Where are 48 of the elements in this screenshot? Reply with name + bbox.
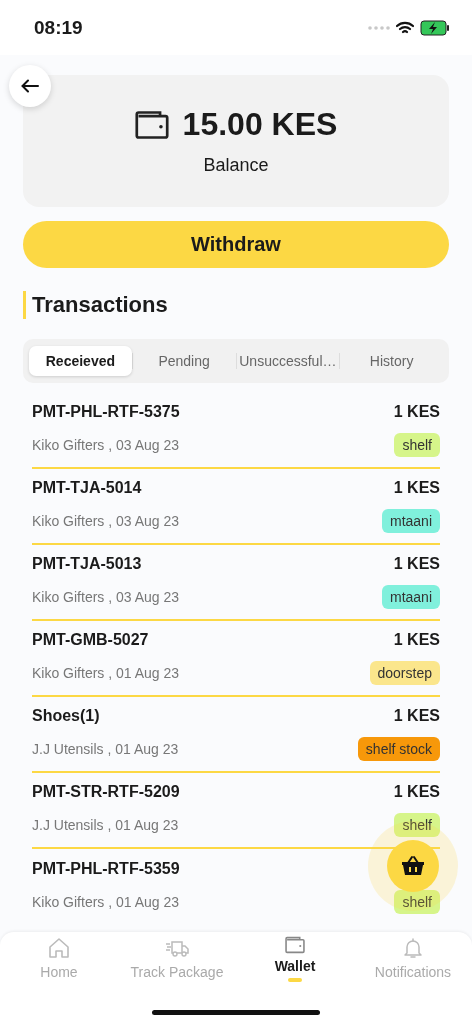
back-button[interactable] [9, 65, 51, 107]
transaction-reference: PMT-TJA-5014 [32, 479, 143, 497]
transaction-detail: Kiko Gifters , 03 Aug 23 [32, 589, 181, 605]
tab[interactable]: Receieved [29, 346, 132, 376]
delivery-tag: shelf stock [357, 737, 440, 761]
tab[interactable]: Unsuccessful… [236, 346, 340, 376]
transaction-reference: PMT-PHL-RTF-5375 [32, 403, 181, 421]
transaction-amount: 1 KES [392, 479, 440, 497]
transaction-detail: Kiko Gifters , 03 Aug 23 [32, 513, 181, 529]
transaction-detail: Kiko Gifters , 01 Aug 23 [32, 894, 181, 910]
withdraw-button[interactable]: Withdraw [23, 221, 449, 268]
transaction-detail: Kiko Gifters , 01 Aug 23 [32, 665, 181, 681]
transaction-amount: 1 KES [392, 631, 440, 649]
battery-icon [420, 19, 450, 36]
delivery-tag: shelf [394, 890, 440, 914]
transaction-detail: J.J Utensils , 01 Aug 23 [32, 741, 180, 757]
tab[interactable]: Pending [132, 346, 236, 376]
wallet-icon [134, 109, 169, 140]
tab[interactable]: History [340, 346, 443, 376]
balance-amount: 15.00 KES [182, 106, 338, 143]
transaction-detail: J.J Utensils , 01 Aug 23 [32, 817, 180, 833]
wallet-icon [285, 936, 305, 954]
transaction-detail: Kiko Gifters , 03 Aug 23 [32, 437, 181, 453]
delivery-tag: doorstep [369, 661, 440, 685]
transaction-amount: 1 KES [393, 783, 440, 801]
balance-label: Balance [203, 155, 269, 176]
nav-tab[interactable]: Wallet [236, 936, 354, 996]
transaction-reference: PMT-PHL-RTF-5359 [32, 860, 181, 878]
basket-icon [401, 855, 425, 877]
basket-button[interactable] [387, 840, 439, 892]
section-title: Transactions [23, 291, 449, 319]
delivery-tag: shelf [394, 433, 440, 457]
transaction-reference: PMT-GMB-5027 [32, 631, 150, 649]
status-time: 08:19 [34, 16, 83, 39]
transaction-reference: PMT-TJA-5013 [32, 555, 143, 573]
delivery-tag: shelf [394, 813, 440, 837]
wifi-icon [396, 20, 414, 35]
transaction-amount: 1 KES [393, 403, 440, 421]
transaction-amount: 1 KES [392, 707, 440, 725]
active-indicator [288, 978, 302, 982]
transaction-reference: Shoes(1) [32, 707, 101, 725]
transaction-amount: 1 KES [392, 555, 440, 573]
delivery-tag: mtaani [381, 585, 440, 609]
delivery-tag: mtaani [381, 509, 440, 533]
signal-icon [368, 25, 390, 30]
back-arrow-icon [21, 79, 39, 93]
transaction-reference: PMT-STR-RTF-5209 [32, 783, 181, 801]
home-icon [46, 936, 72, 960]
